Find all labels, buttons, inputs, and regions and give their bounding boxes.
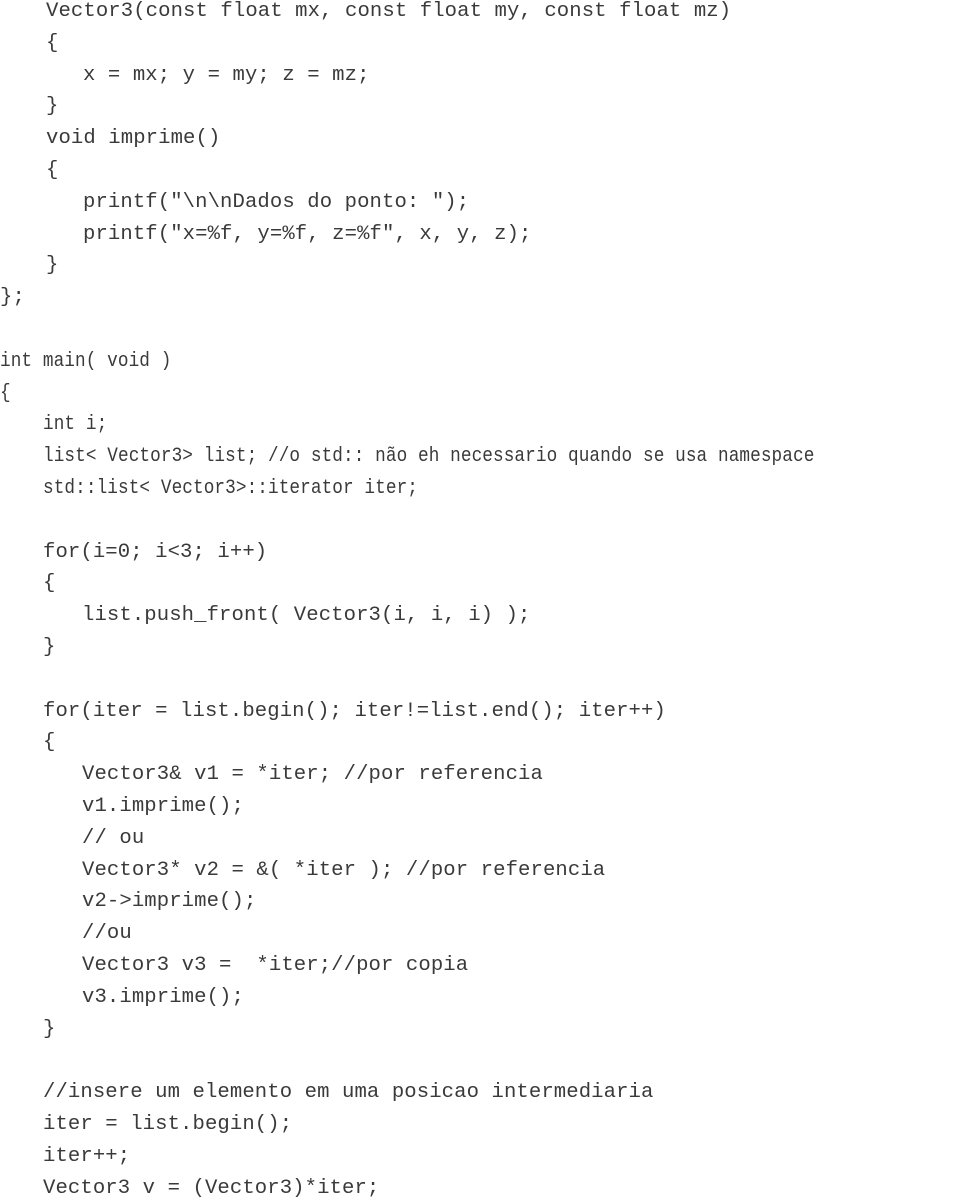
code-line: for(iter = list.begin(); iter!=list.end(… [43, 699, 666, 723]
code-line: list< Vector3> list; //o std:: não eh ne… [43, 445, 815, 469]
code-line: printf("x=%f, y=%f, z=%f", x, y, z); [83, 222, 532, 246]
code-line: list.push_front( Vector3(i, i, i) ); [82, 604, 531, 628]
code-line: Vector3* v2 = &( *iter ); //por referenc… [82, 858, 606, 882]
code-line: Vector3 v3 = *iter;//por copia [82, 954, 469, 977]
code-line: //insere um elemento em uma posicao inte… [43, 1081, 654, 1105]
code-line: { [43, 731, 56, 755]
code-line: iter++; [43, 1144, 131, 1168]
code-line: { [0, 381, 11, 405]
code-line: { [43, 572, 56, 596]
code-line: x = mx; y = my; z = mz; [83, 63, 370, 87]
code-line: int i; [43, 413, 108, 437]
code-line: for(i=0; i<3; i++) [43, 540, 268, 564]
code-line: } [43, 1017, 56, 1041]
code-line: int main( void ) [0, 349, 172, 373]
code-line: { [46, 31, 59, 55]
code-line: v2->imprime(); [82, 890, 257, 914]
code-line: iter = list.begin(); [43, 1113, 293, 1136]
code-line: printf("\n\nDados do ponto: "); [83, 190, 470, 214]
code-line: //ou [82, 922, 132, 946]
code-listing: Vector3(const float mx, const float my, … [0, 0, 960, 1200]
code-line: Vector3(const float mx, const float my, … [46, 0, 732, 23]
code-line: } [46, 95, 59, 119]
code-line: } [43, 636, 56, 659]
code-line: void imprime() [46, 127, 221, 151]
code-line: } [46, 254, 59, 278]
code-line: { [46, 159, 59, 182]
code-line: Vector3& v1 = *iter; //por referencia [82, 763, 543, 787]
code-line: Vector3 v = (Vector3)*iter; [43, 1176, 380, 1200]
code-line: // ou [82, 826, 145, 850]
code-line: std::list< Vector3>::iterator iter; [43, 477, 419, 500]
code-line: v1.imprime(); [82, 795, 244, 818]
code-line: }; [0, 286, 25, 310]
code-line: v3.imprime(); [82, 985, 244, 1009]
